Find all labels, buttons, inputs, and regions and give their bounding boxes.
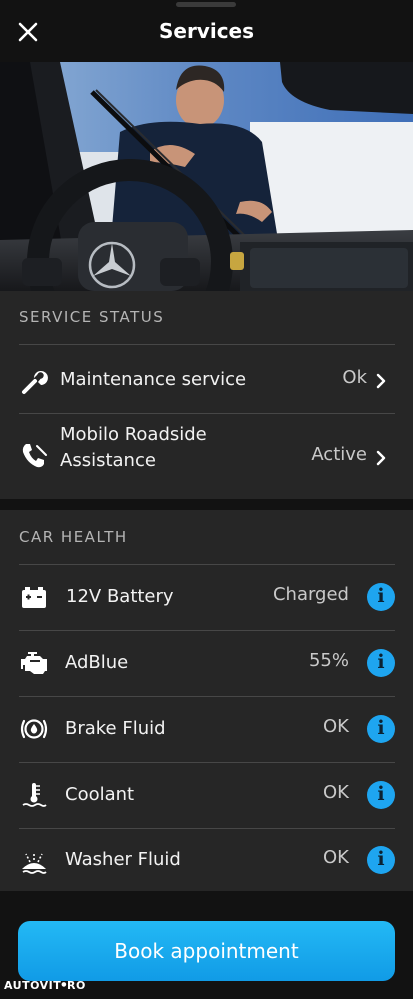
adblue-row: AdBlue 55% i <box>0 631 413 696</box>
thermometer-icon <box>22 783 47 807</box>
info-icon: i <box>377 783 385 805</box>
page-title: Services <box>158 19 255 43</box>
roadside-assistance-value: Active <box>311 444 367 465</box>
wrench-icon <box>22 371 48 394</box>
car-health-heading: CAR HEALTH <box>19 528 128 546</box>
info-icon: i <box>377 585 385 607</box>
hero-image <box>0 62 413 291</box>
car-health-card: CAR HEALTH 12V Battery Charged i AdBlue … <box>0 510 413 891</box>
adblue-info-button[interactable]: i <box>367 649 395 677</box>
service-status-card: SERVICE STATUS Maintenance service Ok Mo… <box>0 291 413 499</box>
brake-fluid-icon <box>20 719 48 739</box>
roadside-assistance-label-line1: Mobilo Roadside <box>60 424 207 445</box>
header: Services <box>0 0 413 62</box>
roadside-assistance-label-line2: Assistance <box>60 450 156 471</box>
washer-fluid-label: Washer Fluid <box>65 849 181 870</box>
coolant-value: OK <box>323 782 349 803</box>
info-icon: i <box>377 848 385 870</box>
roadside-assistance-row[interactable]: Mobilo Roadside Assistance Active <box>0 414 413 498</box>
battery-info-button[interactable]: i <box>367 583 395 611</box>
washer-fluid-icon <box>22 852 47 874</box>
adblue-value: 55% <box>308 650 349 671</box>
watermark-suffix: RO <box>67 979 86 992</box>
adblue-label: AdBlue <box>65 652 129 673</box>
washer-fluid-value: OK <box>323 847 349 868</box>
watermark-name: AUTOVIT <box>4 979 62 992</box>
maintenance-service-label: Maintenance service <box>60 369 247 390</box>
brake-fluid-value: OK <box>323 716 349 737</box>
coolant-row: Coolant OK i <box>0 763 413 828</box>
book-appointment-button[interactable]: Book appointment <box>18 921 395 981</box>
coolant-info-button[interactable]: i <box>367 781 395 809</box>
service-status-heading: SERVICE STATUS <box>19 308 165 326</box>
brake-fluid-row: Brake Fluid OK i <box>0 697 413 762</box>
brake-fluid-info-button[interactable]: i <box>367 715 395 743</box>
washer-fluid-row: Washer Fluid OK i <box>0 829 413 891</box>
battery-label: 12V Battery <box>66 586 174 607</box>
brake-fluid-label: Brake Fluid <box>65 718 166 739</box>
info-icon: i <box>377 651 385 673</box>
battery-icon <box>22 587 46 608</box>
chevron-right-icon <box>376 373 386 389</box>
engine-icon <box>21 652 47 674</box>
info-icon: i <box>377 717 385 739</box>
maintenance-service-value: Ok <box>342 367 367 388</box>
battery-row: 12V Battery Charged i <box>0 565 413 630</box>
chevron-right-icon <box>376 450 386 466</box>
washer-fluid-info-button[interactable]: i <box>367 846 395 874</box>
maintenance-service-row[interactable]: Maintenance service Ok <box>0 345 413 413</box>
battery-value: Charged <box>272 584 349 605</box>
phone-wrench-icon <box>22 444 47 468</box>
watermark: AUTOVIT●RO <box>4 979 86 992</box>
coolant-label: Coolant <box>65 784 135 805</box>
